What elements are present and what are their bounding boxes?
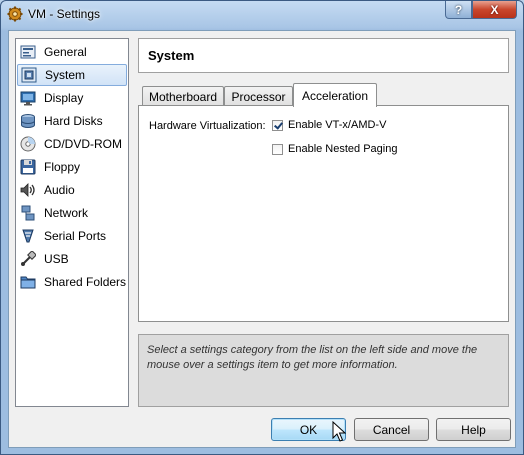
window-title: VM - Settings — [28, 7, 101, 21]
mouse-pointer-icon — [332, 421, 346, 442]
dialog-body: General System Display Hard Disks CD/DVD… — [8, 30, 516, 448]
page-title: System — [148, 48, 195, 63]
sidebar-item-label: Serial Ports — [44, 229, 107, 243]
help-glyph: ? — [454, 2, 463, 17]
sidebar-item-display[interactable]: Display — [17, 87, 127, 109]
settings-window: VM - Settings ? X General System Display… — [0, 0, 524, 455]
sidebar-item-cd-dvd-rom[interactable]: CD/DVD-ROM — [17, 133, 127, 155]
sidebar-item-label: Floppy — [44, 160, 81, 174]
general-icon — [20, 45, 36, 59]
info-text: Select a settings category from the list… — [147, 344, 478, 371]
nested-paging-checkbox[interactable] — [272, 143, 283, 155]
sidebar-item-floppy[interactable]: Floppy — [17, 156, 127, 178]
cancel-button[interactable]: Cancel — [354, 418, 429, 441]
cancel-button-label: Cancel — [372, 422, 411, 437]
page-header: System — [138, 38, 509, 73]
shared-folder-icon — [20, 276, 36, 289]
sidebar-item-audio[interactable]: Audio — [17, 179, 127, 201]
cd-dvd-icon — [20, 136, 36, 152]
usb-icon — [21, 251, 36, 266]
sidebar-item-shared-folders[interactable]: Shared Folders — [17, 271, 127, 293]
nested-paging-checkbox-row[interactable]: Enable Nested Paging — [272, 143, 397, 155]
nested-paging-checkbox-label: Enable Nested Paging — [288, 143, 398, 155]
hardware-virtualization-label: Hardware Virtualization: — [149, 120, 266, 132]
sidebar-item-serial-ports[interactable]: Serial Ports — [17, 225, 127, 247]
settings-category-list[interactable]: General System Display Hard Disks CD/DVD… — [15, 38, 129, 407]
sidebar-item-label: General — [44, 45, 87, 59]
system-icon — [21, 67, 37, 83]
sidebar-item-network[interactable]: Network — [17, 202, 127, 224]
hard-disk-icon — [21, 114, 35, 128]
ok-button-label: OK — [299, 422, 318, 437]
title-bar[interactable]: VM - Settings ? X — [1, 1, 523, 28]
sidebar-item-label: Audio — [44, 183, 75, 197]
tab-label: Acceleration — [301, 88, 369, 103]
tab-motherboard[interactable]: Motherboard — [142, 86, 224, 106]
floppy-icon — [20, 159, 36, 175]
acceleration-panel: Hardware Virtualization: Enable VT-x/AMD… — [138, 105, 509, 322]
sidebar-item-general[interactable]: General — [17, 41, 127, 63]
tab-processor[interactable]: Processor — [224, 86, 293, 106]
display-icon — [20, 91, 36, 106]
gear-icon — [7, 6, 23, 22]
help-title-button[interactable]: ? — [445, 1, 472, 19]
vtx-checkbox-row[interactable]: Enable VT-x/AMD-V — [272, 119, 386, 131]
sidebar-item-label: Display — [44, 91, 84, 105]
help-button[interactable]: Help — [436, 418, 511, 441]
audio-icon — [20, 183, 35, 197]
tab-label: Processor — [231, 89, 286, 104]
vtx-checkbox-label: Enable VT-x/AMD-V — [288, 119, 387, 131]
network-icon — [21, 205, 35, 221]
sidebar-item-label: USB — [44, 252, 69, 266]
sidebar-item-label: Network — [44, 206, 89, 220]
help-button-label: Help — [461, 422, 486, 437]
sidebar-item-label: CD/DVD-ROM — [44, 137, 122, 151]
sidebar-item-label: Hard Disks — [44, 114, 103, 128]
close-button[interactable]: X — [472, 1, 517, 19]
serial-port-icon — [22, 229, 34, 243]
info-panel: Select a settings category from the list… — [138, 334, 509, 407]
tab-label: Motherboard — [148, 89, 218, 104]
tab-acceleration[interactable]: Acceleration — [293, 83, 377, 107]
sidebar-item-system[interactable]: System — [17, 64, 127, 86]
sidebar-item-label: Shared Folders — [44, 275, 127, 289]
vtx-checkbox[interactable] — [272, 119, 283, 131]
close-icon: X — [490, 2, 499, 17]
sidebar-item-label: System — [45, 68, 86, 82]
sidebar-item-usb[interactable]: USB — [17, 248, 127, 270]
sidebar-item-hard-disks[interactable]: Hard Disks — [17, 110, 127, 132]
